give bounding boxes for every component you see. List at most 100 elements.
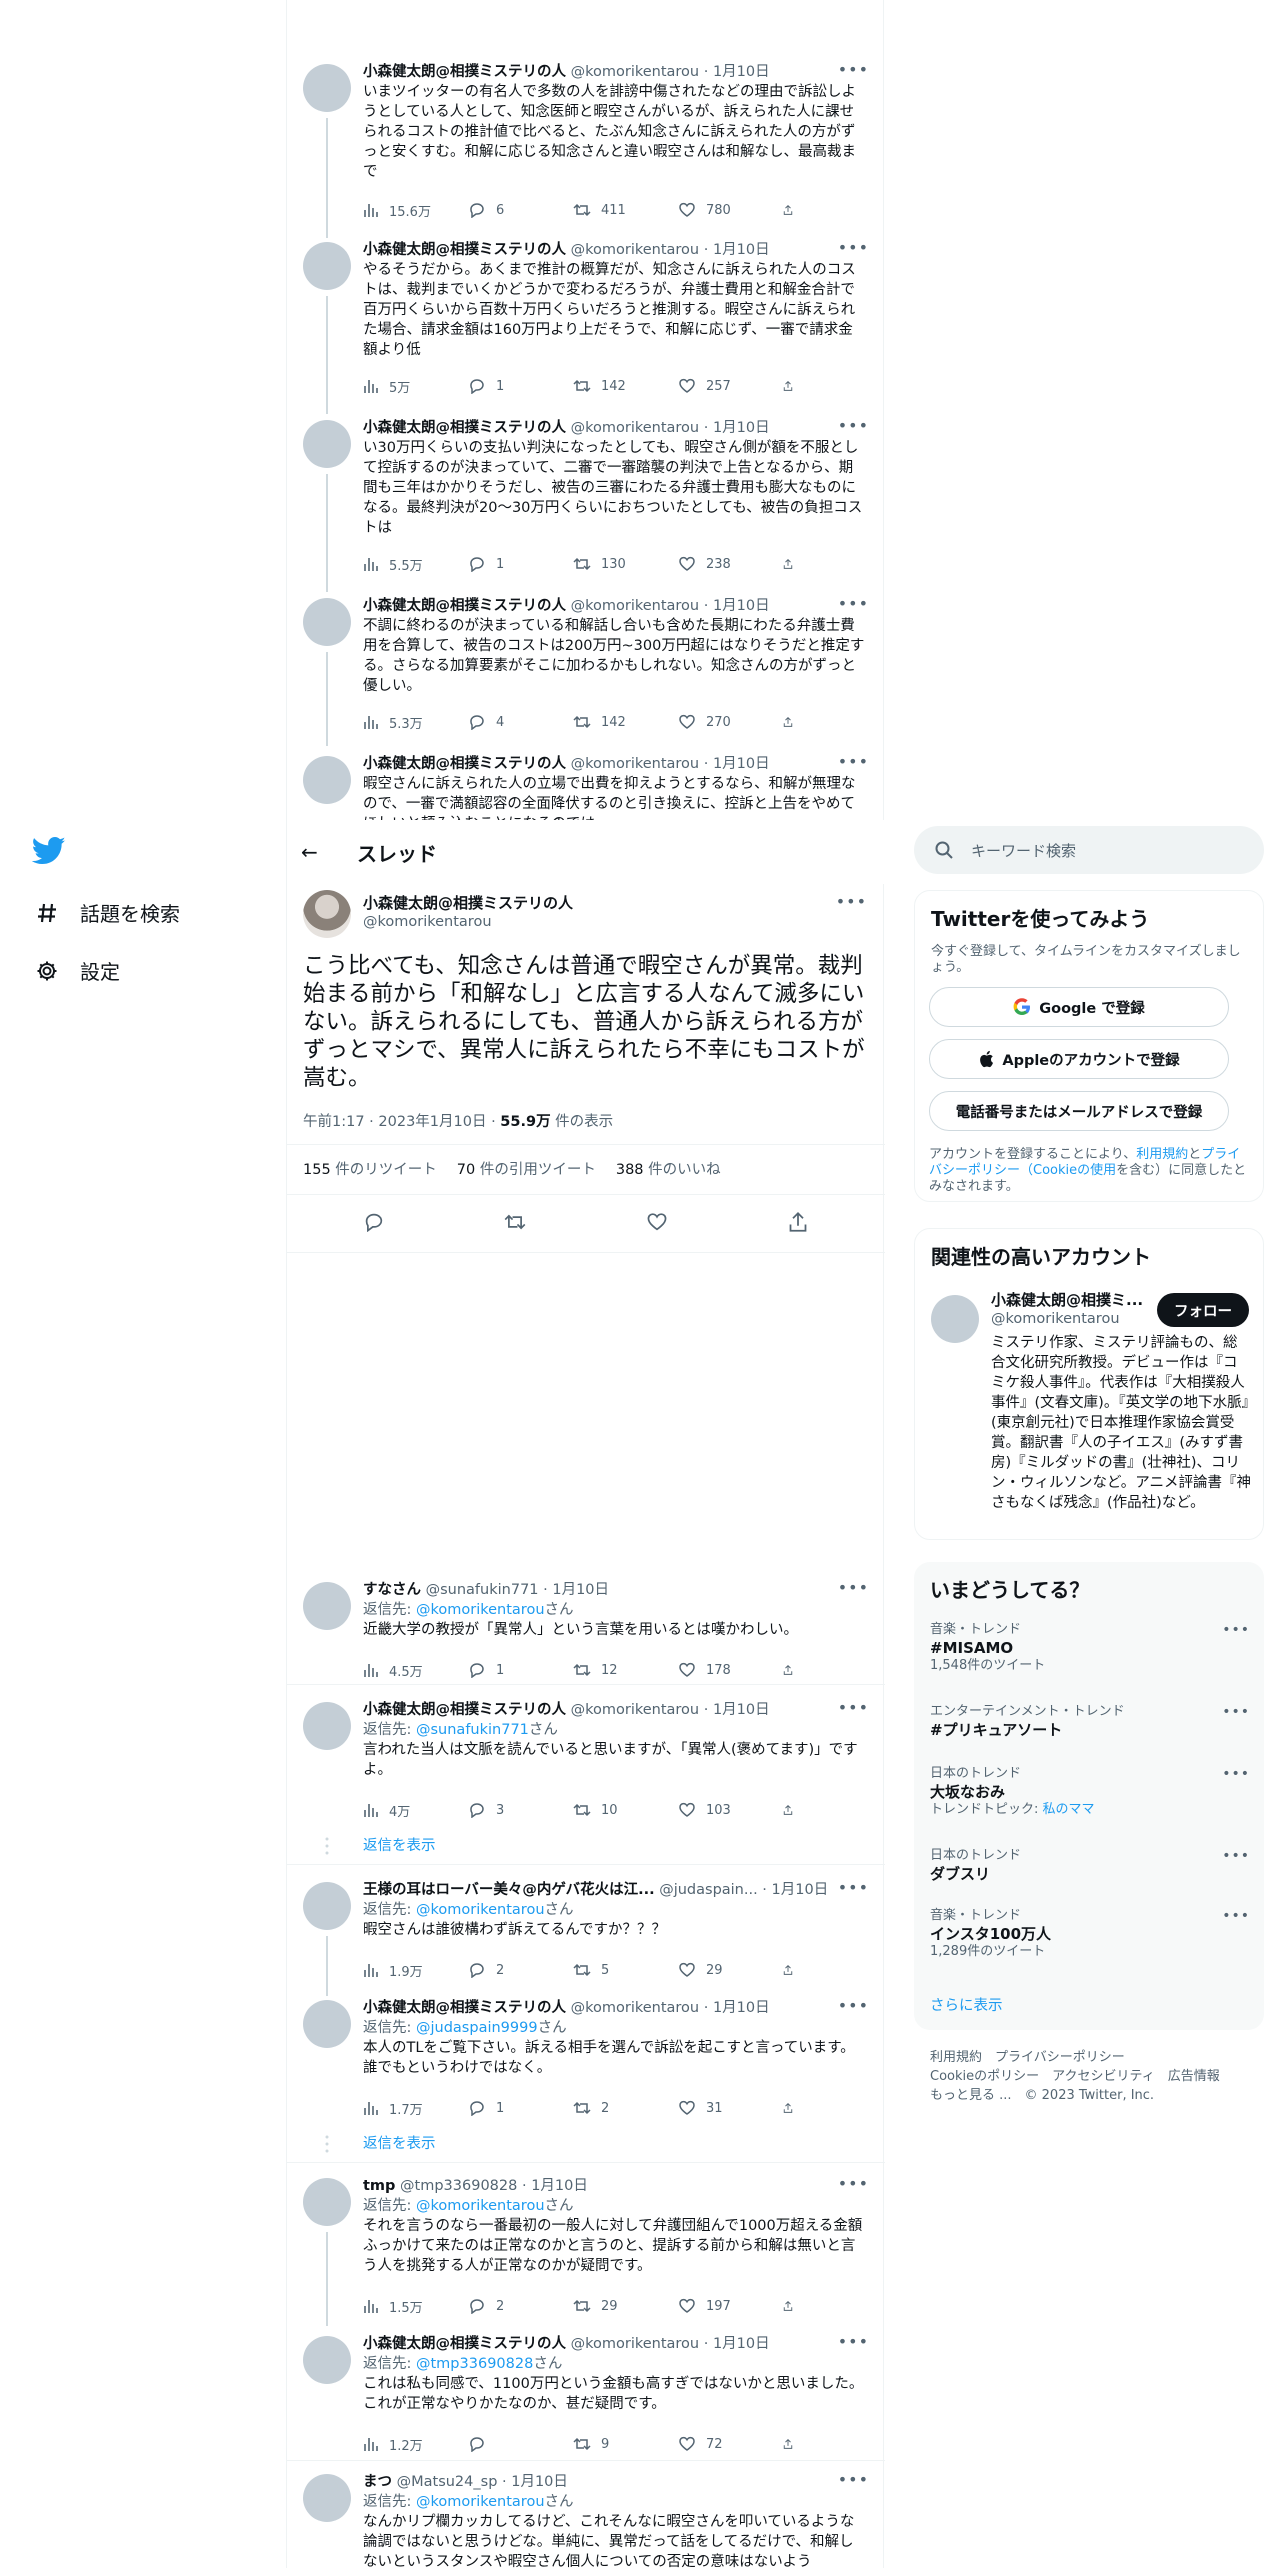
more-icon[interactable]: •••: [836, 892, 867, 911]
share-button[interactable]: [783, 378, 803, 394]
share-button[interactable]: [783, 1662, 803, 1678]
follow-button[interactable]: フォロー: [1157, 1293, 1249, 1327]
related-name[interactable]: 小森健太朗@相撲ミ...: [991, 1289, 1151, 1310]
author-name[interactable]: 小森健太朗@相撲ミステリの人: [363, 756, 566, 772]
share-button[interactable]: [783, 2298, 803, 2314]
author-handle[interactable]: @tmp33690828: [400, 2178, 517, 2194]
more-icon[interactable]: •••: [1222, 1908, 1250, 1924]
trend-topic-link[interactable]: 私のママ: [1043, 1802, 1095, 1817]
author-name[interactable]: 小森健太朗@相撲ミステリの人: [363, 242, 566, 258]
reply-icon[interactable]: [363, 1212, 385, 1232]
views-stat[interactable]: 4万: [363, 1801, 468, 1820]
author-handle[interactable]: @komorikentarou: [571, 64, 700, 80]
reply-button[interactable]: 1: [468, 2100, 573, 2116]
trend-item[interactable]: エンターテインメント・トレンド #プリキュアソート •••: [930, 1704, 1250, 1740]
like-button[interactable]: 197: [678, 2298, 783, 2314]
share-button[interactable]: [783, 714, 803, 730]
author-name[interactable]: すなさん: [363, 1582, 421, 1598]
author-name[interactable]: 小森健太朗@相撲ミステリの人: [363, 2336, 566, 2352]
avatar[interactable]: [303, 1882, 351, 1930]
show-replies-link[interactable]: 返信を表示: [363, 1834, 436, 1855]
avatar[interactable]: [303, 756, 351, 804]
footer-line-1[interactable]: 利用規約 プライバシーポリシー: [930, 2048, 1260, 2067]
author-name[interactable]: 小森健太朗@相撲ミステリの人: [363, 2000, 566, 2016]
tweet-date[interactable]: 1月10日: [713, 64, 770, 80]
show-replies-link[interactable]: 返信を表示: [363, 2132, 436, 2153]
reply-button[interactable]: 2: [468, 1962, 573, 1978]
share-button[interactable]: [783, 202, 803, 218]
author-name[interactable]: 王様の耳はローバー美々@内ゲバ花火は江...: [363, 1882, 655, 1898]
more-icon[interactable]: •••: [838, 2332, 869, 2351]
reply-to-link[interactable]: @komorikentarou: [416, 2494, 545, 2510]
author-name[interactable]: 小森健太朗@相撲ミステリの人: [363, 598, 566, 614]
trend-item[interactable]: 日本のトレンド ダブスリ •••: [930, 1848, 1250, 1884]
reply-button[interactable]: 4: [468, 714, 573, 730]
more-icon[interactable]: •••: [838, 594, 869, 613]
share-button[interactable]: [783, 1962, 803, 1978]
views-stat[interactable]: 5万: [363, 377, 468, 396]
like-button[interactable]: 103: [678, 1802, 783, 1818]
like-button[interactable]: 31: [678, 2100, 783, 2116]
tweet-date[interactable]: 1月10日: [713, 2000, 770, 2016]
reply-to-link[interactable]: @judaspain9999: [416, 2020, 538, 2036]
retweet-button[interactable]: 2: [573, 2100, 678, 2116]
main-author-name[interactable]: 小森健太朗@相撲ミステリの人: [363, 892, 573, 913]
tweet-date[interactable]: 1月10日: [713, 2336, 770, 2352]
tweet-date[interactable]: 1月10日: [713, 598, 770, 614]
trend-item[interactable]: 音楽・トレンド インスタ100万人 1,289件のツイート •••: [930, 1908, 1250, 1960]
reply-to-link[interactable]: @komorikentarou: [416, 1902, 545, 1918]
more-icon[interactable]: •••: [838, 2174, 869, 2193]
views-stat[interactable]: 1.9万: [363, 1961, 468, 1980]
tweet-date[interactable]: 1月10日: [552, 1582, 609, 1598]
author-name[interactable]: 小森健太朗@相撲ミステリの人: [363, 420, 566, 436]
google-signup-button[interactable]: Google で登録: [929, 987, 1229, 1027]
author-handle[interactable]: @sunafukin771: [426, 1582, 539, 1598]
views-stat[interactable]: 1.5万: [363, 2297, 468, 2316]
share-button[interactable]: [783, 1802, 803, 1818]
views-stat[interactable]: 1.7万: [363, 2099, 468, 2118]
quotes-stat[interactable]: 70 件の引用ツイート: [457, 1158, 596, 1188]
back-arrow-icon[interactable]: ←: [301, 840, 318, 864]
heart-icon[interactable]: [646, 1212, 668, 1232]
reply-button[interactable]: 1: [468, 556, 573, 572]
more-icon[interactable]: •••: [1222, 1848, 1250, 1864]
avatar[interactable]: [303, 2474, 351, 2522]
like-button[interactable]: 178: [678, 1662, 783, 1678]
tweet-date[interactable]: 1月10日: [713, 756, 770, 772]
more-icon[interactable]: •••: [838, 60, 869, 79]
like-button[interactable]: 29: [678, 1962, 783, 1978]
nav-settings[interactable]: 設定: [34, 956, 120, 985]
retweet-button[interactable]: 142: [573, 378, 678, 394]
retweets-stat[interactable]: 155 件のリツイート: [303, 1158, 437, 1188]
avatar[interactable]: [303, 598, 351, 646]
thread-tweet[interactable]: 小森健太朗@相撲ミステリの人 @komorikentarou · 1月10日 暇…: [287, 750, 885, 820]
footer-line-2[interactable]: Cookieのポリシー アクセシビリティ 広告情報: [930, 2067, 1260, 2086]
share-icon[interactable]: [787, 1212, 809, 1232]
like-button[interactable]: 257: [678, 378, 783, 394]
avatar[interactable]: [303, 1702, 351, 1750]
tweet-date[interactable]: 1月10日: [531, 2178, 588, 2194]
more-icon[interactable]: •••: [1222, 1622, 1250, 1638]
like-button[interactable]: 270: [678, 714, 783, 730]
author-handle[interactable]: @Matsu24_sp: [397, 2474, 498, 2490]
author-handle[interactable]: @judaspain...: [659, 1882, 758, 1898]
trend-item[interactable]: 音楽・トレンド #MISAMO 1,548件のツイート •••: [930, 1622, 1250, 1674]
author-handle[interactable]: @komorikentarou: [571, 1702, 700, 1718]
views-stat[interactable]: 5.5万: [363, 555, 468, 574]
more-icon[interactable]: •••: [838, 752, 869, 771]
author-handle[interactable]: @komorikentarou: [571, 598, 700, 614]
twitter-bird-icon[interactable]: [31, 836, 66, 866]
views-stat[interactable]: 4.5万: [363, 1661, 468, 1680]
views-stat[interactable]: 1.2万: [363, 2435, 468, 2454]
views-stat[interactable]: 5.3万: [363, 713, 468, 732]
reply-to-link[interactable]: @komorikentarou: [416, 2198, 545, 2214]
more-icon[interactable]: •••: [838, 416, 869, 435]
like-button[interactable]: 780: [678, 202, 783, 218]
more-icon[interactable]: •••: [1222, 1704, 1250, 1720]
views-stat[interactable]: 15.6万: [363, 201, 468, 220]
tweet-date[interactable]: 1月10日: [713, 242, 770, 258]
reply-button[interactable]: 6: [468, 202, 573, 218]
retweet-button[interactable]: 12: [573, 1662, 678, 1678]
likes-stat[interactable]: 388 件のいいね: [616, 1158, 721, 1188]
reply-button[interactable]: 3: [468, 1802, 573, 1818]
